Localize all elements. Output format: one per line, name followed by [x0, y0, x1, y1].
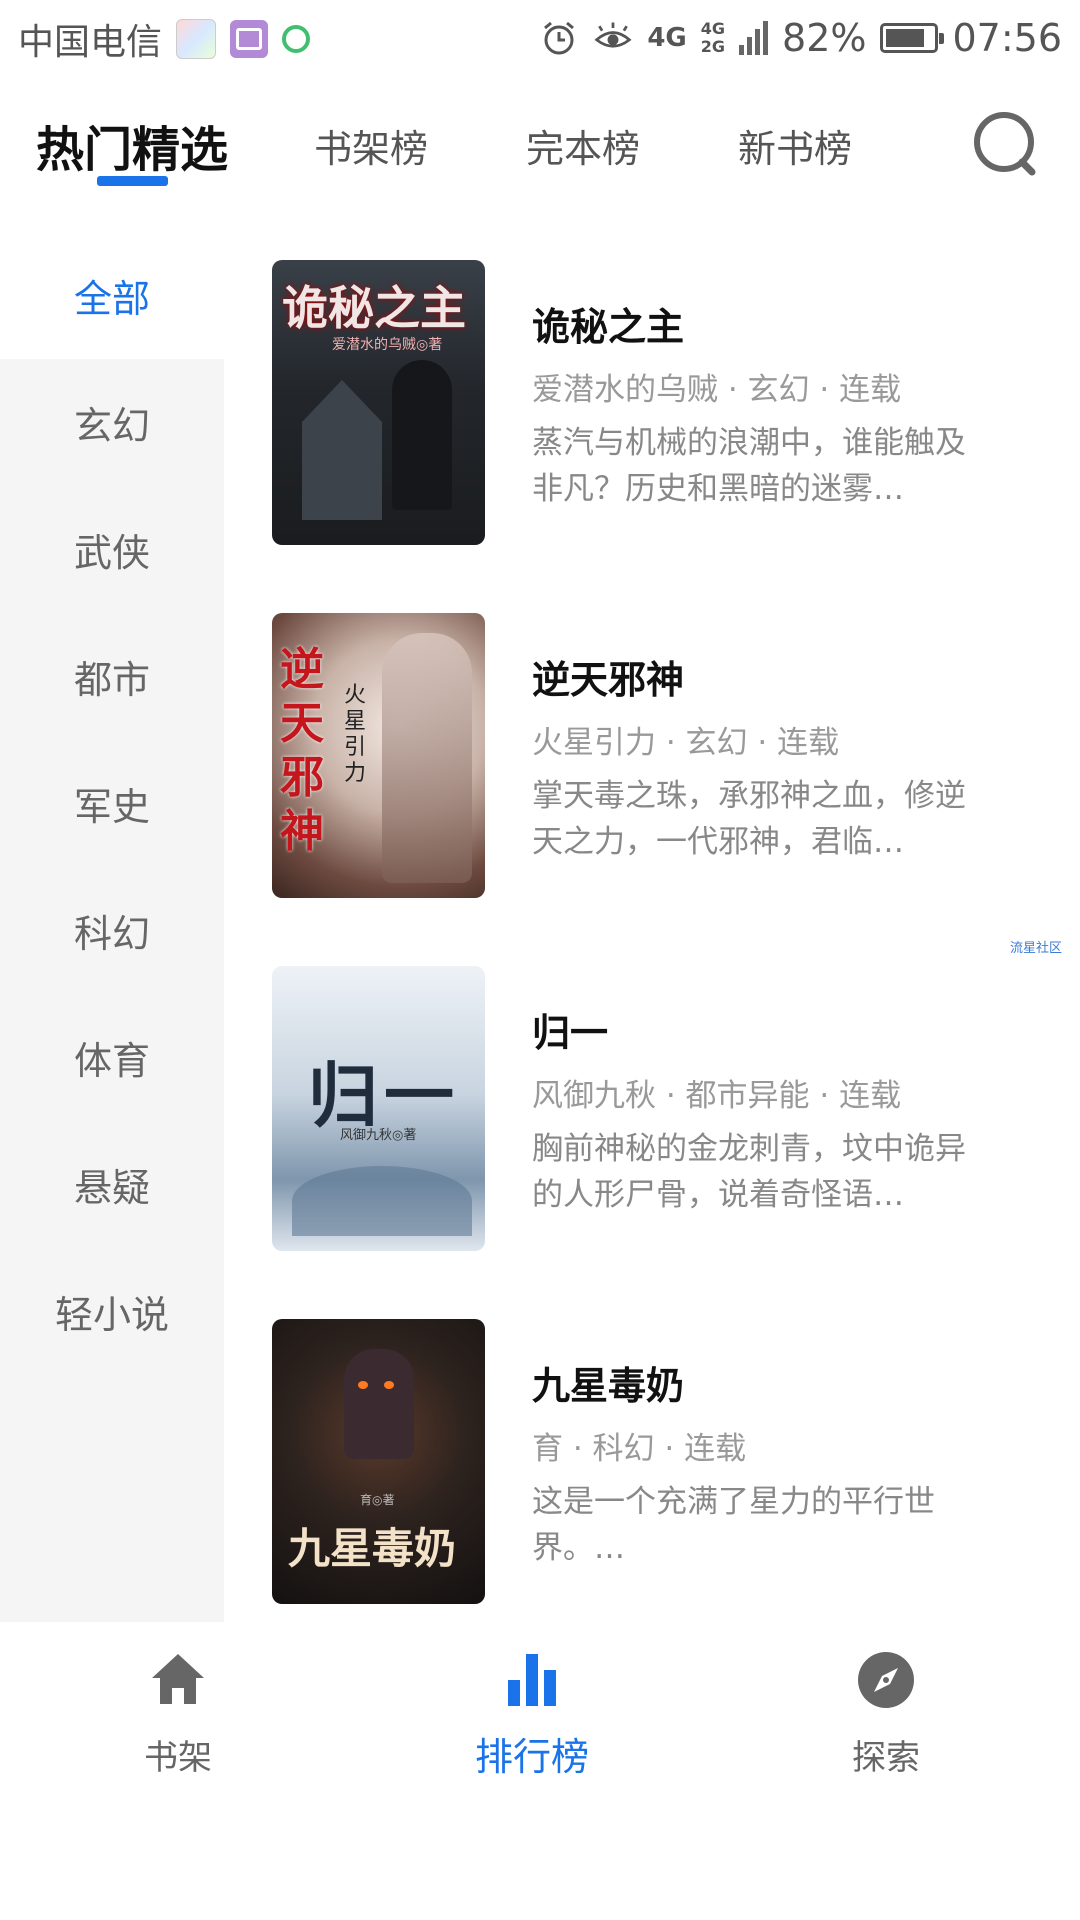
category-mystery[interactable]: 悬疑 — [0, 1121, 224, 1248]
battery-icon — [880, 23, 945, 53]
nav-label: 书架 — [144, 1738, 212, 1778]
book-cover: 诡秘之主 爱潜水的乌贼◎著 — [272, 260, 485, 545]
category-wuxia[interactable]: 武侠 — [0, 486, 224, 613]
book-description: 胸前神秘的金龙刺青，坟中诡异的人形尸骨，说着奇怪语… — [532, 1131, 966, 1213]
cover-title-text: 逆天邪神 — [280, 644, 324, 857]
photos-notification-icon — [176, 19, 217, 59]
bottom-nav: 书架 排行榜 探索 — [0, 1622, 1080, 1822]
nav-explore[interactable]: 探索 — [786, 1650, 986, 1790]
tab-new-books-rank[interactable]: 新书榜 — [738, 90, 852, 200]
eye-comfort-icon — [594, 22, 632, 48]
category-urban[interactable]: 都市 — [0, 613, 224, 740]
book-title: 归一 — [532, 1011, 609, 1055]
book-item[interactable]: 九星毒奶 育◎著 九星毒奶 育 · 科幻 · 连载 这是一个充满了星力的平行世界… — [272, 1319, 1052, 1604]
tab-bookshelf-rank[interactable]: 书架榜 — [314, 90, 428, 200]
book-title: 九星毒奶 — [532, 1364, 685, 1408]
book-meta: 风御九秋 · 都市异能 · 连载 — [532, 1078, 902, 1114]
book-description: 蒸汽与机械的浪潮中，谁能触及非凡？历史和黑暗的迷雾… — [532, 425, 966, 507]
book-meta: 火星引力 · 玄幻 · 连载 — [532, 725, 840, 761]
book-cover: 九星毒奶 育◎著 — [272, 1319, 485, 1604]
book-cover: 逆天邪神 火星引力 — [272, 613, 485, 898]
nav-label: 排行榜 — [474, 1735, 589, 1779]
book-item[interactable]: 诡秘之主 爱潜水的乌贼◎著 诡秘之主 爱潜水的乌贼 · 玄幻 · 连载 蒸汽与机… — [272, 260, 1052, 545]
book-title: 诡秘之主 — [532, 305, 685, 349]
nav-ranking[interactable]: 排行榜 — [432, 1650, 632, 1790]
cover-author-text: 风御九秋◎著 — [340, 1128, 417, 1143]
category-sports[interactable]: 体育 — [0, 994, 224, 1121]
clock: 07:56 — [952, 16, 1062, 60]
book-cover: 归一 风御九秋◎著 — [272, 966, 485, 1251]
category-light-novel[interactable]: 轻小说 — [0, 1248, 224, 1375]
book-item[interactable]: 逆天邪神 火星引力 逆天邪神 火星引力 · 玄幻 · 连载 掌天毒之珠，承邪神之… — [272, 613, 1052, 898]
gallery-notification-icon — [230, 20, 269, 58]
active-tab-indicator — [97, 176, 168, 186]
home-icon — [152, 1654, 204, 1704]
chat-notification-icon — [282, 25, 311, 53]
book-meta: 爱潜水的乌贼 · 玄幻 · 连载 — [532, 372, 902, 408]
alarm-icon — [544, 21, 575, 55]
book-description: 掌天毒之珠，承邪神之血，修逆天之力，一代邪神，君临… — [532, 778, 966, 860]
compass-icon — [858, 1652, 914, 1708]
nav-bookshelf[interactable]: 书架 — [78, 1650, 278, 1790]
status-bar: 中国电信 4G 4G 2G 82% 07:56 — [0, 0, 1080, 80]
network-type: 4G — [647, 23, 687, 53]
book-title: 逆天邪神 — [532, 658, 685, 702]
book-description: 这是一个充满了星力的平行世界。… — [532, 1484, 935, 1566]
category-military-history[interactable]: 军史 — [0, 740, 224, 867]
tab-completed-rank[interactable]: 完本榜 — [526, 90, 640, 200]
category-scifi[interactable]: 科幻 — [0, 867, 224, 994]
cover-author-text: 育◎著 — [360, 1493, 395, 1507]
search-icon[interactable] — [970, 108, 1042, 180]
network-sub-type: 4G 2G — [700, 19, 726, 56]
carrier-label: 中国电信 — [18, 22, 163, 63]
book-item[interactable]: 归一 风御九秋◎著 归一 风御九秋 · 都市异能 · 连载 胸前神秘的金龙刺青，… — [272, 966, 1052, 1251]
cover-author-text: 爱潜水的乌贼◎著 — [332, 337, 443, 353]
category-all[interactable]: 全部 — [0, 232, 224, 359]
signal-icon — [739, 21, 769, 55]
battery-percent: 82% — [782, 16, 867, 60]
book-meta: 育 · 科幻 · 连载 — [532, 1431, 747, 1467]
watermark-text: 流星社区 — [1009, 941, 1062, 956]
bar-chart-icon — [508, 1654, 556, 1706]
cover-title-text: 诡秘之主 — [282, 281, 466, 335]
category-sidebar: 全部 玄幻 武侠 都市 军史 科幻 体育 悬疑 轻小说 — [0, 232, 224, 1622]
nav-label: 探索 — [852, 1738, 920, 1778]
category-fantasy[interactable]: 玄幻 — [0, 359, 224, 486]
cover-title-text: 九星毒奶 — [288, 1524, 457, 1573]
cover-author-text: 火星引力 — [344, 683, 367, 786]
